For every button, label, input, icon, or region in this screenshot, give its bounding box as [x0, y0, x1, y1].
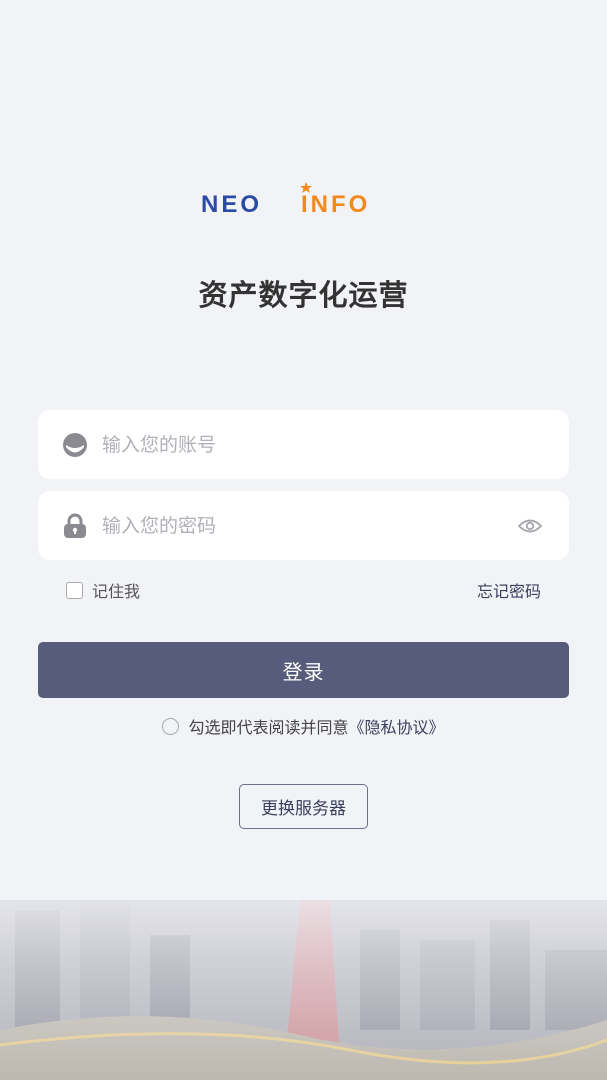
user-icon [62, 432, 88, 458]
lock-icon [62, 513, 88, 539]
agreement-text: 勾选即代表阅读并同意 [188, 718, 349, 737]
app-title: 资产数字化运营 [198, 278, 409, 312]
logo-info-text: INFO [301, 191, 370, 218]
logo-neo-text: NEO [201, 191, 262, 218]
logo-graphic: NEO INFO [201, 182, 370, 218]
remember-me[interactable]: 记住我 [66, 578, 140, 602]
remember-checkbox[interactable] [66, 581, 83, 599]
agreement-radio[interactable] [162, 717, 180, 735]
password-input[interactable] [102, 514, 517, 537]
agreement-row: 勾选即代表阅读并同意 《隐私协议》 [0, 714, 607, 738]
privacy-link[interactable]: 《隐私协议》 [349, 714, 445, 738]
account-input[interactable] [102, 433, 569, 456]
neoinfo-logo: NEO INFO [0, 180, 607, 220]
eye-icon[interactable] [517, 513, 543, 539]
forgot-password-link[interactable]: 忘记密码 [477, 578, 541, 602]
cityscape-background [0, 860, 607, 1080]
login-button[interactable]: 登录 [38, 642, 569, 698]
switch-server-button[interactable]: 更换服务器 [239, 784, 368, 829]
remember-label: 记住我 [92, 582, 141, 601]
password-field[interactable] [38, 491, 569, 560]
account-field[interactable] [38, 410, 569, 479]
